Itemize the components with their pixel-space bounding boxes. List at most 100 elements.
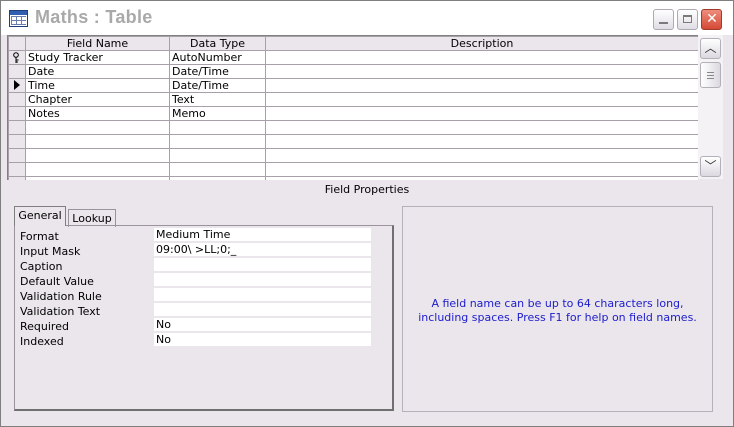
data-type-cell[interactable]: Memo (169, 106, 266, 121)
tab-general[interactable]: General (14, 206, 66, 226)
property-value-field[interactable] (154, 258, 371, 272)
table-row[interactable]: Time Date/Time (8, 78, 698, 93)
table-row[interactable]: Notes Memo (8, 106, 698, 121)
table-row[interactable]: Date Date/Time (8, 64, 698, 79)
row-selector[interactable] (8, 148, 26, 163)
description-cell[interactable] (265, 64, 698, 79)
table-row[interactable] (8, 176, 698, 180)
property-name: Indexed (20, 335, 64, 348)
property-value-field[interactable]: 09:00\ >LL;0;_ (154, 243, 371, 257)
data-type-cell[interactable] (169, 148, 266, 163)
property-row: Input Mask 09:00\ >LL;0;_ (20, 243, 380, 258)
field-name-cell[interactable]: Date (25, 64, 170, 79)
field-design-grid: Field Name Data Type Description Study T… (7, 35, 698, 180)
field-name-cell[interactable]: Study Tracker (25, 50, 170, 65)
row-selector[interactable] (8, 92, 26, 107)
column-header-data-type[interactable]: Data Type (169, 36, 266, 51)
field-name-cell[interactable]: Time (25, 78, 170, 93)
row-selector-header[interactable] (8, 36, 26, 51)
table-row[interactable] (8, 120, 698, 135)
property-name: Validation Text (20, 305, 101, 318)
data-type-cell[interactable]: AutoNumber (169, 50, 266, 65)
current-row-arrow-icon (14, 80, 20, 90)
vertical-scrollbar[interactable]: ︿ ﹀ (698, 35, 723, 179)
property-row: Required No (20, 318, 380, 333)
data-type-cell[interactable] (169, 120, 266, 135)
data-type-cell[interactable] (169, 134, 266, 149)
property-value-field[interactable] (154, 303, 371, 317)
field-name-cell[interactable]: Notes (25, 106, 170, 121)
row-selector[interactable] (8, 50, 26, 65)
primary-key-icon (13, 52, 19, 63)
property-value-field[interactable]: Medium Time (154, 228, 371, 242)
field-name-cell[interactable] (25, 120, 170, 135)
property-row: Validation Text (20, 303, 380, 318)
description-cell[interactable] (265, 134, 698, 149)
field-name-cell[interactable] (25, 162, 170, 177)
close-icon: ✕ (706, 11, 718, 27)
property-name: Validation Rule (20, 290, 102, 303)
description-cell[interactable] (265, 92, 698, 107)
property-name: Default Value (20, 275, 94, 288)
maximize-button[interactable] (677, 9, 698, 30)
row-selector[interactable] (8, 106, 26, 121)
property-value-field[interactable]: No (154, 333, 371, 347)
general-properties-panel: Format Medium Time Input Mask 09:00\ >LL;0;… (14, 225, 394, 411)
minimize-icon (659, 22, 668, 24)
field-name-cell[interactable] (25, 148, 170, 163)
description-cell[interactable] (265, 162, 698, 177)
column-header-field-name[interactable]: Field Name (25, 36, 170, 51)
minimize-button[interactable] (653, 9, 674, 30)
description-cell[interactable] (265, 78, 698, 93)
data-type-cell[interactable]: Date/Time (169, 64, 266, 79)
property-value-field[interactable]: No (154, 318, 371, 332)
description-cell[interactable] (265, 176, 698, 180)
table-row[interactable]: Study Tracker AutoNumber (8, 50, 698, 65)
scroll-up-button[interactable]: ︿ (700, 38, 721, 59)
description-cell[interactable] (265, 50, 698, 65)
close-button[interactable]: ✕ (701, 9, 722, 30)
field-properties-label: Field Properties (324, 183, 410, 196)
table-row[interactable]: Chapter Text (8, 92, 698, 107)
property-row: Validation Rule (20, 288, 380, 303)
help-pane: A field name can be up to 64 characters … (402, 206, 713, 412)
column-header-description[interactable]: Description (265, 36, 698, 51)
field-name-cell[interactable] (25, 176, 170, 180)
field-name-cell[interactable]: Chapter (25, 92, 170, 107)
property-value-field[interactable] (154, 273, 371, 287)
property-row: Indexed No (20, 333, 380, 348)
table-design-window: Maths : Table ✕ Field Name Data Type Des… (0, 0, 734, 427)
data-type-cell[interactable]: Date/Time (169, 78, 266, 93)
data-type-cell[interactable] (169, 176, 266, 180)
property-row: Format Medium Time (20, 228, 380, 243)
property-value-field[interactable] (154, 288, 371, 302)
description-cell[interactable] (265, 106, 698, 121)
row-selector[interactable] (8, 134, 26, 149)
data-type-cell[interactable] (169, 162, 266, 177)
description-cell[interactable] (265, 120, 698, 135)
row-selector[interactable] (8, 176, 26, 180)
table-icon (9, 10, 28, 27)
property-name: Required (20, 320, 69, 333)
window-title: Maths : Table (35, 7, 153, 27)
row-selector[interactable] (8, 120, 26, 135)
table-row[interactable] (8, 134, 698, 149)
scroll-thumb[interactable] (700, 62, 721, 88)
field-table: Field Name Data Type Description Study T… (8, 36, 698, 180)
table-row[interactable] (8, 148, 698, 163)
property-row: Caption (20, 258, 380, 273)
property-name: Input Mask (20, 245, 81, 258)
chevron-up-icon: ︿ (704, 41, 717, 55)
row-selector[interactable] (8, 78, 26, 93)
scroll-down-button[interactable]: ﹀ (700, 156, 721, 177)
field-name-cell[interactable] (25, 134, 170, 149)
property-name: Caption (20, 260, 63, 273)
description-cell[interactable] (265, 148, 698, 163)
table-row[interactable] (8, 162, 698, 177)
chevron-down-icon: ﹀ (704, 159, 717, 173)
data-type-cell[interactable]: Text (169, 92, 266, 107)
title-bar[interactable]: Maths : Table ✕ (1, 1, 733, 35)
row-selector[interactable] (8, 162, 26, 177)
row-selector[interactable] (8, 64, 26, 79)
property-name: Format (20, 230, 59, 243)
